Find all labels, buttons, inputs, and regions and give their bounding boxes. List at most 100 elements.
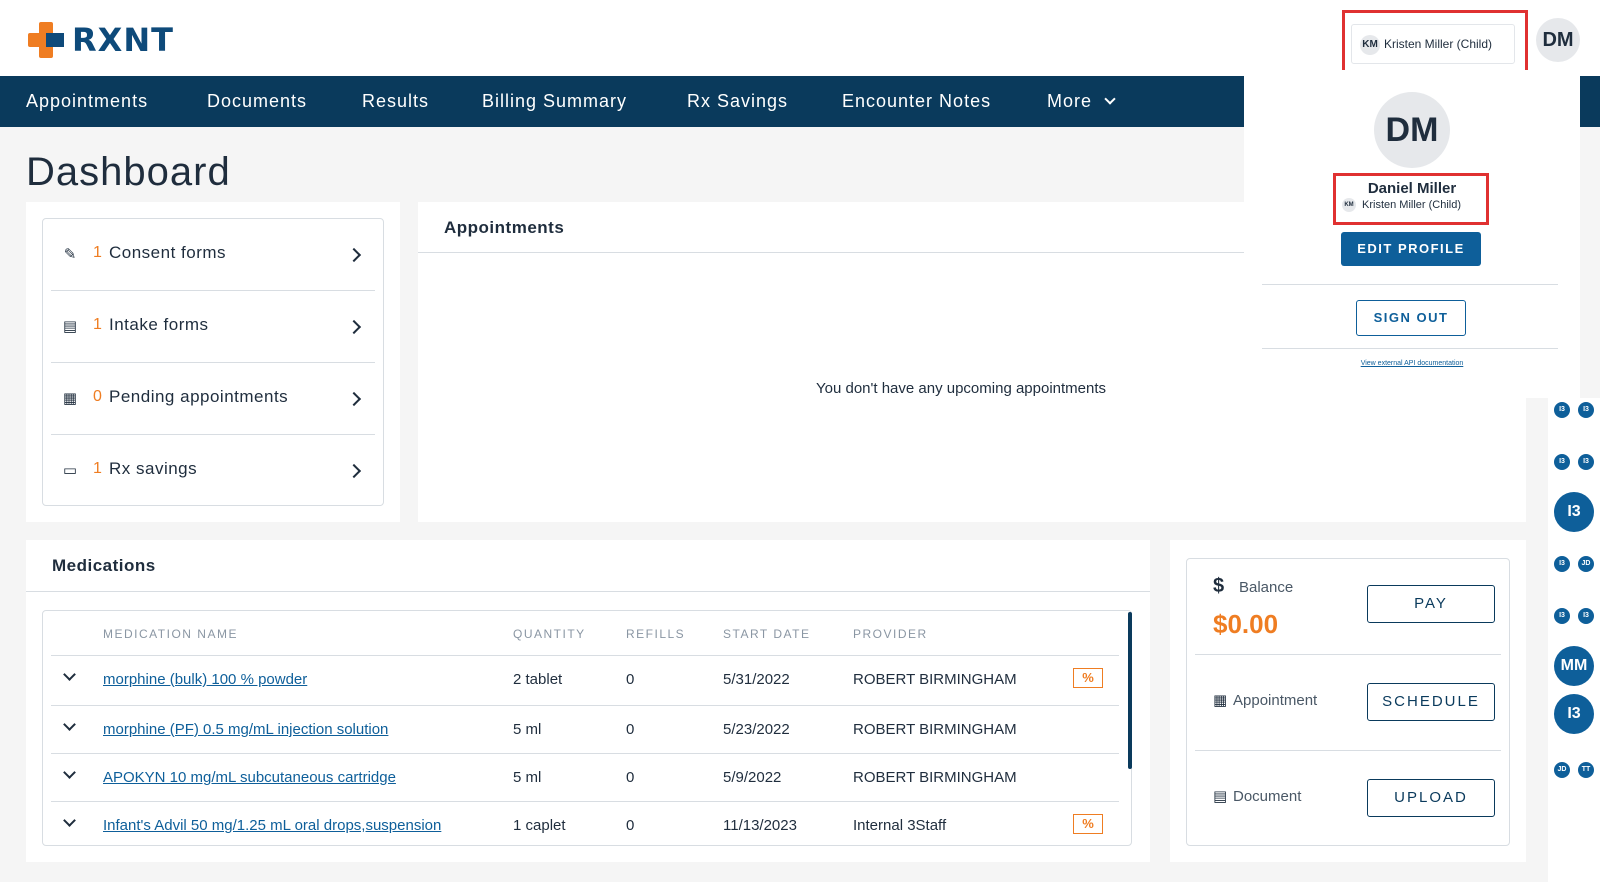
pay-button[interactable]: PAY	[1367, 585, 1495, 623]
medication-quantity: 2 tablet	[513, 671, 563, 688]
balance-label: Balance	[1239, 579, 1294, 596]
side-avatar[interactable]: I3	[1554, 402, 1570, 418]
dollar-icon: $	[1213, 575, 1225, 597]
chevron-right-icon	[346, 391, 362, 407]
col-header-provider: PROVIDER	[853, 627, 928, 641]
profile-dropdown: DM Daniel Miller KM Kristen Miller (Chil…	[1244, 70, 1580, 398]
table-row: Infant's Advil 50 mg/1.25 mL oral drops,…	[51, 801, 1119, 845]
divider	[1262, 348, 1558, 349]
nav-documents[interactable]: Documents	[207, 76, 307, 127]
medication-name-link[interactable]: Infant's Advil 50 mg/1.25 mL oral drops,…	[103, 817, 441, 834]
col-header-start-date: START DATE	[723, 627, 811, 641]
side-avatar[interactable]: I3	[1578, 454, 1594, 470]
side-avatar-strip: I3 I3 I3 I3 I3 I3 JD I3 I3 MM I3 JD TT	[1548, 398, 1600, 882]
expand-row-icon[interactable]	[63, 814, 76, 827]
medication-provider: ROBERT BIRMINGHAM	[853, 671, 1017, 688]
appointments-title: Appointments	[444, 218, 565, 237]
side-avatar[interactable]: I3	[1554, 492, 1594, 532]
highlight-box-profile	[1333, 173, 1489, 225]
col-header-medication: MEDICATION NAME	[103, 627, 238, 641]
nav-more[interactable]: More	[1047, 76, 1116, 127]
table-row: APOKYN 10 mg/mL subcutaneous cartridge 5…	[51, 753, 1119, 801]
col-header-refills: REFILLS	[626, 627, 686, 641]
schedule-button[interactable]: SCHEDULE	[1367, 683, 1495, 721]
col-header-quantity: QUANTITY	[513, 627, 586, 641]
nav-billing-summary[interactable]: Billing Summary	[482, 76, 627, 127]
table-row: morphine (bulk) 100 % powder 2 tablet 0 …	[51, 655, 1119, 703]
balance-amount: $0.00	[1213, 609, 1279, 639]
task-consent-forms[interactable]: ✎ 1 Consent forms	[51, 219, 375, 291]
user-avatar-button[interactable]: DM	[1536, 18, 1580, 62]
chevron-right-icon	[346, 463, 362, 479]
appointment-row: ▦ Appointment SCHEDULE	[1195, 655, 1501, 751]
side-avatar[interactable]: JD	[1554, 762, 1570, 778]
medication-provider: ROBERT BIRMINGHAM	[853, 721, 1017, 738]
document-icon: ▤	[1213, 788, 1228, 805]
task-count: 1	[93, 460, 102, 477]
balance-row: $ Balance $0.00 PAY	[1195, 559, 1501, 655]
expand-row-icon[interactable]	[63, 718, 76, 731]
side-avatar[interactable]: MM	[1554, 646, 1594, 686]
task-intake-forms[interactable]: ▤ 1 Intake forms	[51, 291, 375, 363]
medication-quantity: 1 caplet	[513, 817, 566, 834]
logo-text: RXNT	[72, 21, 174, 59]
medication-quantity: 5 ml	[513, 769, 542, 786]
task-count: 1	[93, 244, 102, 261]
nav-encounter-notes[interactable]: Encounter Notes	[842, 76, 991, 127]
medications-title: Medications	[52, 556, 156, 575]
task-label: Pending appointments	[109, 387, 289, 406]
task-label: Consent forms	[109, 243, 227, 262]
expand-row-icon[interactable]	[63, 766, 76, 779]
side-avatar[interactable]: I3	[1554, 454, 1570, 470]
medication-start-date: 5/23/2022	[723, 721, 790, 738]
sign-out-button[interactable]: SIGN OUT	[1356, 300, 1466, 336]
divider	[1262, 284, 1558, 285]
rxnt-logo[interactable]: RXNT	[26, 20, 174, 60]
side-avatar[interactable]: JD	[1578, 556, 1594, 572]
medication-refills: 0	[626, 817, 635, 834]
medication-name-link[interactable]: morphine (bulk) 100 % powder	[103, 671, 307, 688]
calendar-icon: ▦	[1213, 692, 1228, 709]
document-label: Document	[1233, 788, 1302, 805]
side-avatar[interactable]: I3	[1554, 608, 1570, 624]
page-title: Dashboard	[26, 150, 231, 194]
nav-rx-savings[interactable]: Rx Savings	[687, 76, 788, 127]
medications-table: MEDICATION NAME QUANTITY REFILLS START D…	[42, 610, 1132, 846]
task-pending-appointments[interactable]: ▦ 0 Pending appointments	[51, 363, 375, 435]
medication-provider: Internal 3Staff	[853, 817, 947, 834]
table-scrollbar[interactable]	[1128, 612, 1132, 769]
task-rx-savings[interactable]: ▭ 1 Rx savings	[51, 435, 375, 507]
profile-avatar: DM	[1374, 92, 1450, 168]
calendar-icon: ▦	[62, 390, 78, 407]
medication-start-date: 5/31/2022	[723, 671, 790, 688]
nav-appointments[interactable]: Appointments	[26, 76, 148, 127]
edit-profile-button[interactable]: EDIT PROFILE	[1341, 232, 1481, 266]
divider	[26, 591, 1150, 592]
chevron-down-icon	[1104, 93, 1116, 105]
nav-more-label: More	[1047, 91, 1093, 111]
side-avatar[interactable]: TT	[1578, 762, 1594, 778]
account-actions: $ Balance $0.00 PAY ▦ Appointment SCHEDU…	[1186, 558, 1510, 846]
side-avatar[interactable]: I3	[1554, 694, 1594, 734]
side-avatar[interactable]: I3	[1578, 608, 1594, 624]
medication-quantity: 5 ml	[513, 721, 542, 738]
medication-start-date: 11/13/2023	[723, 817, 797, 834]
chevron-right-icon	[346, 247, 362, 263]
task-count: 1	[93, 316, 102, 333]
rx-savings-coupon-icon[interactable]: %	[1073, 814, 1103, 834]
medication-name-link[interactable]: morphine (PF) 0.5 mg/mL injection soluti…	[103, 721, 388, 738]
medication-refills: 0	[626, 769, 635, 786]
edit-form-icon: ✎	[63, 246, 77, 263]
upload-button[interactable]: UPLOAD	[1367, 779, 1495, 817]
expand-row-icon[interactable]	[63, 668, 76, 681]
side-avatar[interactable]: I3	[1554, 556, 1570, 572]
appointment-label: Appointment	[1233, 692, 1318, 709]
nav-results[interactable]: Results	[362, 76, 429, 127]
side-avatar[interactable]: I3	[1578, 402, 1594, 418]
medication-name-link[interactable]: APOKYN 10 mg/mL subcutaneous cartridge	[103, 769, 396, 786]
document-row: ▤ Document UPLOAD	[1195, 751, 1501, 847]
api-documentation-link[interactable]: View external API documentation	[1244, 360, 1580, 367]
tasks-card: ✎ 1 Consent forms ▤ 1 Intake forms ▦ 0 P…	[26, 202, 400, 522]
top-bar: RXNT KM Kristen Miller (Child) DM	[0, 0, 1600, 80]
rx-savings-coupon-icon[interactable]: %	[1073, 668, 1103, 688]
